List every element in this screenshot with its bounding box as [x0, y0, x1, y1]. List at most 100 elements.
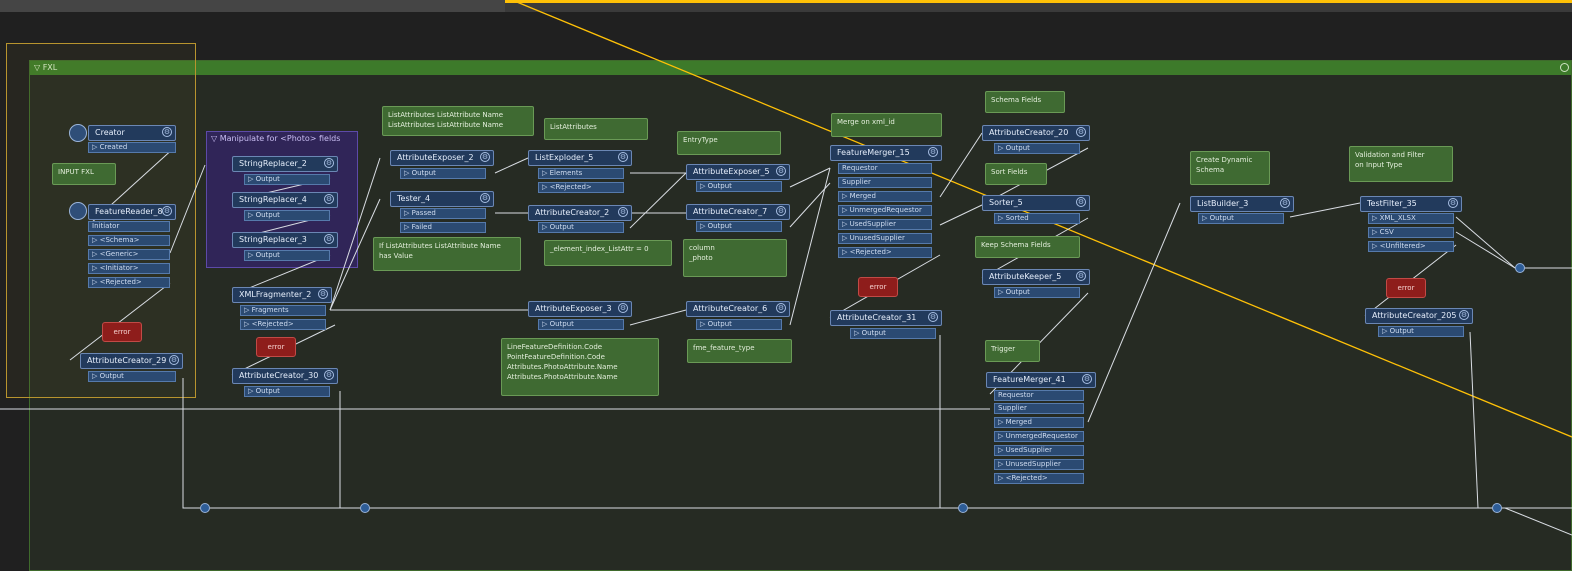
- transformer-testfilter-35[interactable]: TestFilter_35 ⚙: [1360, 196, 1462, 212]
- transformer-attributecreator-7[interactable]: AttributeCreator_7 ⚙: [686, 204, 790, 220]
- port-used-supplier[interactable]: ▷ UsedSupplier: [994, 445, 1084, 456]
- port-output[interactable]: ▷ Output: [994, 143, 1080, 154]
- gear-icon[interactable]: ⚙: [480, 193, 490, 203]
- transformer-attributecreator-29[interactable]: AttributeCreator_29 ⚙: [80, 353, 183, 369]
- junction-node[interactable]: [958, 503, 968, 513]
- annotation-schema-fields[interactable]: Schema Fields: [985, 91, 1065, 113]
- gear-icon[interactable]: ⚙: [1082, 374, 1092, 384]
- port-created[interactable]: ▷ Created: [88, 142, 176, 153]
- port-requestor[interactable]: Requestor: [994, 390, 1084, 401]
- transformer-attributekeeper-5[interactable]: AttributeKeeper_5 ⚙: [982, 269, 1090, 285]
- port-sorted[interactable]: ▷ Sorted: [994, 213, 1080, 224]
- port-rejected[interactable]: ▷ <Rejected>: [838, 247, 932, 258]
- port-supplier[interactable]: Supplier: [838, 177, 932, 188]
- port-unmerged-requestor[interactable]: ▷ UnmergedRequestor: [838, 205, 932, 216]
- transformer-featuremerger-41[interactable]: FeatureMerger_41 ⚙: [986, 372, 1096, 388]
- gear-icon[interactable]: ⚙: [324, 158, 334, 168]
- transformer-featurereader-8[interactable]: FeatureReader_8 ⚙: [88, 204, 176, 220]
- gear-icon[interactable]: ⚙: [162, 127, 172, 137]
- port-elements[interactable]: ▷ Elements: [538, 168, 624, 179]
- transformer-attributecreator-2[interactable]: AttributeCreator_2 ⚙: [528, 205, 632, 221]
- port-unfiltered[interactable]: ▷ <Unfiltered>: [1368, 241, 1454, 252]
- gear-icon[interactable]: ⚙: [928, 147, 938, 157]
- gear-icon[interactable]: ⚙: [618, 207, 628, 217]
- port-rejected[interactable]: ▷ <Rejected>: [994, 473, 1084, 484]
- workspace-canvas[interactable]: ▽ FXL ▽ Manipulate for <Photo> fields Cr…: [0, 0, 1572, 571]
- annotation-create-dynamic-schema[interactable]: Create Dynamic Schema: [1190, 151, 1270, 185]
- transformer-attributecreator-205[interactable]: AttributeCreator_205 ⚙: [1365, 308, 1473, 324]
- port-fragments[interactable]: ▷ Fragments: [240, 305, 326, 316]
- port-output[interactable]: ▷ Output: [244, 210, 330, 221]
- transformer-attributecreator-30[interactable]: AttributeCreator_30 ⚙: [232, 368, 338, 384]
- port-output[interactable]: ▷ Output: [244, 386, 330, 397]
- gear-icon[interactable]: ⚙: [1076, 127, 1086, 137]
- port-xml-xlsx[interactable]: ▷ XML_XLSX: [1368, 213, 1454, 224]
- port-output[interactable]: ▷ Output: [244, 250, 330, 261]
- port-merged[interactable]: ▷ Merged: [838, 191, 932, 202]
- gear-icon[interactable]: ⚙: [324, 194, 334, 204]
- gear-icon[interactable]: ⚙: [776, 166, 786, 176]
- gear-icon[interactable]: ⚙: [318, 289, 328, 299]
- gear-icon[interactable]: ⚙: [776, 206, 786, 216]
- annotation-list-names[interactable]: ListAttributes ListAttribute Name ListAt…: [382, 106, 534, 136]
- gear-icon[interactable]: ⚙: [1076, 271, 1086, 281]
- transformer-attributeexposer-3[interactable]: AttributeExposer_3 ⚙: [528, 301, 632, 317]
- port-passed[interactable]: ▷ Passed: [400, 208, 486, 219]
- port-schema[interactable]: ▷ <Schema>: [88, 235, 170, 246]
- error-badge[interactable]: error: [1386, 278, 1426, 298]
- gear-icon[interactable]: ⚙: [324, 234, 334, 244]
- port-initiator[interactable]: Initiator: [88, 221, 170, 232]
- junction-node[interactable]: [200, 503, 210, 513]
- port-output[interactable]: ▷ Output: [696, 319, 782, 330]
- port-output[interactable]: ▷ Output: [244, 174, 330, 185]
- port-output[interactable]: ▷ Output: [696, 221, 782, 232]
- transformer-listbuilder-3[interactable]: ListBuilder_3 ⚙: [1190, 196, 1294, 212]
- junction-node[interactable]: [1492, 503, 1502, 513]
- port-output[interactable]: ▷ Output: [538, 222, 624, 233]
- gear-icon[interactable]: ⚙: [1459, 310, 1469, 320]
- gear-icon[interactable]: ⚙: [169, 355, 179, 365]
- port-output[interactable]: ▷ Output: [88, 371, 176, 382]
- port-unused-supplier[interactable]: ▷ UnusedSupplier: [994, 459, 1084, 470]
- port-merged[interactable]: ▷ Merged: [994, 417, 1084, 428]
- annotation-list-attributes[interactable]: ListAttributes: [544, 118, 648, 140]
- error-badge[interactable]: error: [102, 322, 142, 342]
- transformer-attributecreator-20[interactable]: AttributeCreator_20 ⚙: [982, 125, 1090, 141]
- gear-icon[interactable]: ⚙: [480, 152, 490, 162]
- transformer-listexploder-5[interactable]: ListExploder_5 ⚙: [528, 150, 632, 166]
- gear-icon[interactable]: ⚙: [618, 152, 628, 162]
- gear-icon[interactable]: ⚙: [1076, 197, 1086, 207]
- annotation-column-photo[interactable]: column _photo: [683, 239, 787, 277]
- transformer-stringreplacer-3[interactable]: StringReplacer_3 ⚙: [232, 232, 338, 248]
- port-requestor[interactable]: Requestor: [838, 163, 932, 174]
- port-output[interactable]: ▷ Output: [994, 287, 1080, 298]
- port-supplier[interactable]: Supplier: [994, 403, 1084, 414]
- transformer-attributeexposer-2[interactable]: AttributeExposer_2 ⚙: [390, 150, 494, 166]
- port-used-supplier[interactable]: ▷ UsedSupplier: [838, 219, 932, 230]
- transformer-sorter-5[interactable]: Sorter_5 ⚙: [982, 195, 1090, 211]
- transformer-attributecreator-6[interactable]: AttributeCreator_6 ⚙: [686, 301, 790, 317]
- port-output[interactable]: ▷ Output: [400, 168, 486, 179]
- port-output[interactable]: ▷ Output: [1198, 213, 1284, 224]
- gear-icon[interactable]: ⚙: [1448, 198, 1458, 208]
- transformer-stringreplacer-2[interactable]: StringReplacer_2 ⚙: [232, 156, 338, 172]
- port-initiator-out[interactable]: ▷ <Initiator>: [88, 263, 170, 274]
- port-output[interactable]: ▷ Output: [850, 328, 936, 339]
- port-output[interactable]: ▷ Output: [1378, 326, 1464, 337]
- port-output[interactable]: ▷ Output: [538, 319, 624, 330]
- gear-icon[interactable]: ⚙: [928, 312, 938, 322]
- port-rejected[interactable]: ▷ <Rejected>: [88, 277, 170, 288]
- transformer-featuremerger-15[interactable]: FeatureMerger_15 ⚙: [830, 145, 942, 161]
- transformer-xmlfragmenter-2[interactable]: XMLFragmenter_2 ⚙: [232, 287, 332, 303]
- port-unmerged-requestor[interactable]: ▷ UnmergedRequestor: [994, 431, 1084, 442]
- transformer-attributeexposer-5[interactable]: AttributeExposer_5 ⚙: [686, 164, 790, 180]
- annotation-if-list-has-value[interactable]: If ListAttributes ListAttribute Name has…: [373, 237, 521, 271]
- error-badge[interactable]: error: [858, 277, 898, 297]
- annotation-validation-filter[interactable]: Validation and Filter on Input Type: [1349, 146, 1453, 182]
- annotation-element-index[interactable]: _element_index_ListAttr = 0: [544, 240, 672, 266]
- port-rejected[interactable]: ▷ <Rejected>: [538, 182, 624, 193]
- transformer-stringreplacer-4[interactable]: StringReplacer_4 ⚙: [232, 192, 338, 208]
- port-rejected[interactable]: ▷ <Rejected>: [240, 319, 326, 330]
- annotation-keep-schema-fields[interactable]: Keep Schema Fields: [975, 236, 1080, 258]
- port-csv[interactable]: ▷ CSV: [1368, 227, 1454, 238]
